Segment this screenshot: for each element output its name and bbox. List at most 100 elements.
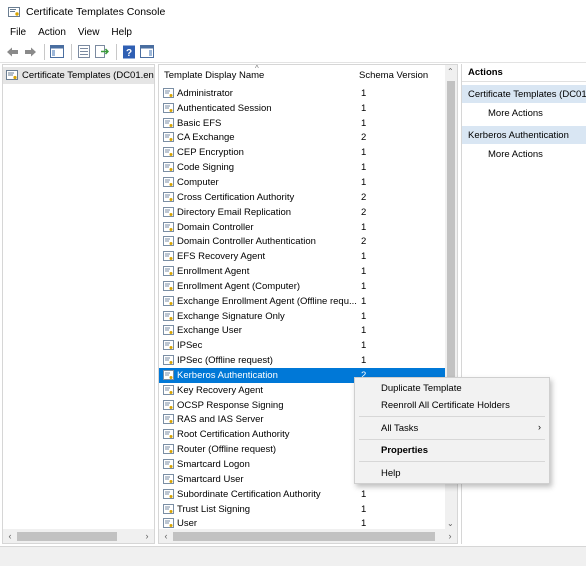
scrollbar-thumb[interactable] <box>17 531 117 541</box>
show-action-pane-button[interactable] <box>139 44 155 60</box>
certificate-template-icon <box>163 295 174 306</box>
context-separator <box>359 416 545 417</box>
template-row[interactable]: Authenticated Session 1 <box>159 101 446 116</box>
template-row[interactable]: Exchange Signature Only 1 <box>159 309 446 324</box>
certificate-template-icon <box>163 132 174 143</box>
submenu-arrow-icon: › <box>538 422 541 432</box>
template-row[interactable]: Exchange Enrollment Agent (Offline requ.… <box>159 294 446 309</box>
template-name: Code Signing <box>177 162 235 174</box>
scrollbar-thumb[interactable] <box>173 531 435 541</box>
template-name: Key Recovery Agent <box>177 384 264 396</box>
template-row[interactable]: Domain Controller 1 <box>159 220 446 235</box>
show-console-tree-button[interactable] <box>49 44 65 60</box>
context-properties[interactable]: Properties <box>381 445 428 456</box>
export-list-icon <box>95 45 109 58</box>
actions-title: Actions <box>462 64 586 82</box>
toolbar-separator <box>71 43 72 60</box>
column-header-schema-version[interactable]: Schema Version <box>359 70 428 81</box>
schema-version: 1 <box>361 117 367 129</box>
schema-version: 1 <box>361 518 367 530</box>
template-row[interactable]: CA Exchange 2 <box>159 131 446 146</box>
help-icon: ? <box>123 45 135 59</box>
tree-horizontal-scrollbar[interactable]: ‹ › <box>3 529 154 543</box>
menu-help[interactable]: Help <box>105 27 138 38</box>
scroll-right-arrow-icon[interactable]: › <box>140 531 154 541</box>
template-row[interactable]: Administrator 1 <box>159 86 446 101</box>
context-duplicate-template[interactable]: Duplicate Template <box>381 383 462 394</box>
tree-node-certificate-templates[interactable]: Certificate Templates (DC01.enc <box>3 67 154 84</box>
certificate-template-icon <box>163 87 174 98</box>
context-menu: Duplicate Template Reenroll All Certific… <box>354 377 550 484</box>
template-row[interactable]: Exchange User 1 <box>159 324 446 339</box>
template-row[interactable]: Enrollment Agent (Computer) 1 <box>159 279 446 294</box>
menu-file[interactable]: File <box>4 27 32 38</box>
template-name: Domain Controller Authentication <box>177 236 316 248</box>
template-row[interactable]: IPSec 1 <box>159 338 446 353</box>
template-row[interactable]: Directory Email Replication 2 <box>159 205 446 220</box>
more-actions-kerberos-authentication[interactable]: More Actions <box>462 144 586 164</box>
column-header-name[interactable]: Template Display Name <box>164 70 264 81</box>
list-view-icon <box>78 45 90 58</box>
scroll-left-arrow-icon[interactable]: ‹ <box>3 531 17 541</box>
console-tree-icon <box>50 45 64 58</box>
template-row[interactable]: CEP Encryption 1 <box>159 145 446 160</box>
schema-version: 1 <box>361 176 367 188</box>
context-all-tasks[interactable]: All Tasks <box>381 423 418 434</box>
template-row[interactable]: Computer 1 <box>159 175 446 190</box>
template-name: Domain Controller <box>177 221 254 233</box>
scroll-left-arrow-icon[interactable]: ‹ <box>159 531 173 541</box>
certificate-template-icon <box>163 117 174 128</box>
schema-version: 2 <box>361 191 367 203</box>
schema-version: 2 <box>361 206 367 218</box>
schema-version: 1 <box>361 87 367 99</box>
console-tree-pane: Certificate Templates (DC01.enc ‹ › <box>2 64 155 544</box>
template-row[interactable]: Subordinate Certification Authority 1 <box>159 487 446 502</box>
template-row[interactable]: EFS Recovery Agent 1 <box>159 249 446 264</box>
menu-action[interactable]: Action <box>32 27 72 38</box>
schema-version: 1 <box>361 102 367 114</box>
template-row[interactable]: Domain Controller Authentication 2 <box>159 234 446 249</box>
list-horizontal-scrollbar[interactable]: ‹ › <box>159 529 457 543</box>
certificate-template-icon <box>163 310 174 321</box>
actions-section-kerberos-authentication[interactable]: Kerberos Authentication <box>462 126 586 144</box>
actions-section-certificate-templates[interactable]: Certificate Templates (DC01.... <box>462 85 586 103</box>
template-row[interactable]: Basic EFS 1 <box>159 116 446 131</box>
certificate-template-icon <box>163 473 174 484</box>
list-view-button[interactable] <box>76 44 92 60</box>
certificate-template-icon <box>163 176 174 187</box>
template-name: Administrator <box>177 87 233 99</box>
certificate-template-icon <box>163 399 174 410</box>
template-name: Directory Email Replication <box>177 206 292 218</box>
certificate-template-icon <box>163 414 174 425</box>
forward-button[interactable] <box>22 44 38 60</box>
template-row[interactable]: Trust List Signing 1 <box>159 502 446 517</box>
certificate-template-icon <box>163 355 174 366</box>
template-name: EFS Recovery Agent <box>177 251 266 263</box>
schema-version: 1 <box>361 355 367 367</box>
back-button[interactable] <box>4 44 20 60</box>
menu-view[interactable]: View <box>72 27 106 38</box>
template-row[interactable]: IPSec (Offline request) 1 <box>159 353 446 368</box>
context-reenroll-all[interactable]: Reenroll All Certificate Holders <box>381 400 510 411</box>
context-help[interactable]: Help <box>381 468 401 479</box>
template-name: Authenticated Session <box>177 102 272 114</box>
template-name: User <box>177 518 198 530</box>
certificate-template-icon <box>163 369 174 380</box>
template-name: Trust List Signing <box>177 503 251 515</box>
template-row[interactable]: Code Signing 1 <box>159 160 446 175</box>
scroll-right-arrow-icon[interactable]: › <box>443 531 457 541</box>
template-name: OCSP Response Signing <box>177 399 284 411</box>
template-row[interactable]: Enrollment Agent 1 <box>159 264 446 279</box>
schema-version: 2 <box>361 132 367 144</box>
scroll-down-arrow-icon[interactable]: ⌄ <box>447 519 454 528</box>
scroll-up-arrow-icon[interactable]: ⌃ <box>447 67 454 76</box>
template-name: CEP Encryption <box>177 147 244 159</box>
schema-version: 1 <box>361 266 367 278</box>
context-separator <box>359 439 545 440</box>
more-actions-certificate-templates[interactable]: More Actions <box>462 103 586 123</box>
list-header: ^ Template Display Name Schema Version <box>159 65 446 83</box>
export-list-button[interactable] <box>94 44 110 60</box>
help-button[interactable]: ? <box>121 44 137 60</box>
template-row[interactable]: Cross Certification Authority 2 <box>159 190 446 205</box>
template-name: Root Certification Authority <box>177 429 290 441</box>
